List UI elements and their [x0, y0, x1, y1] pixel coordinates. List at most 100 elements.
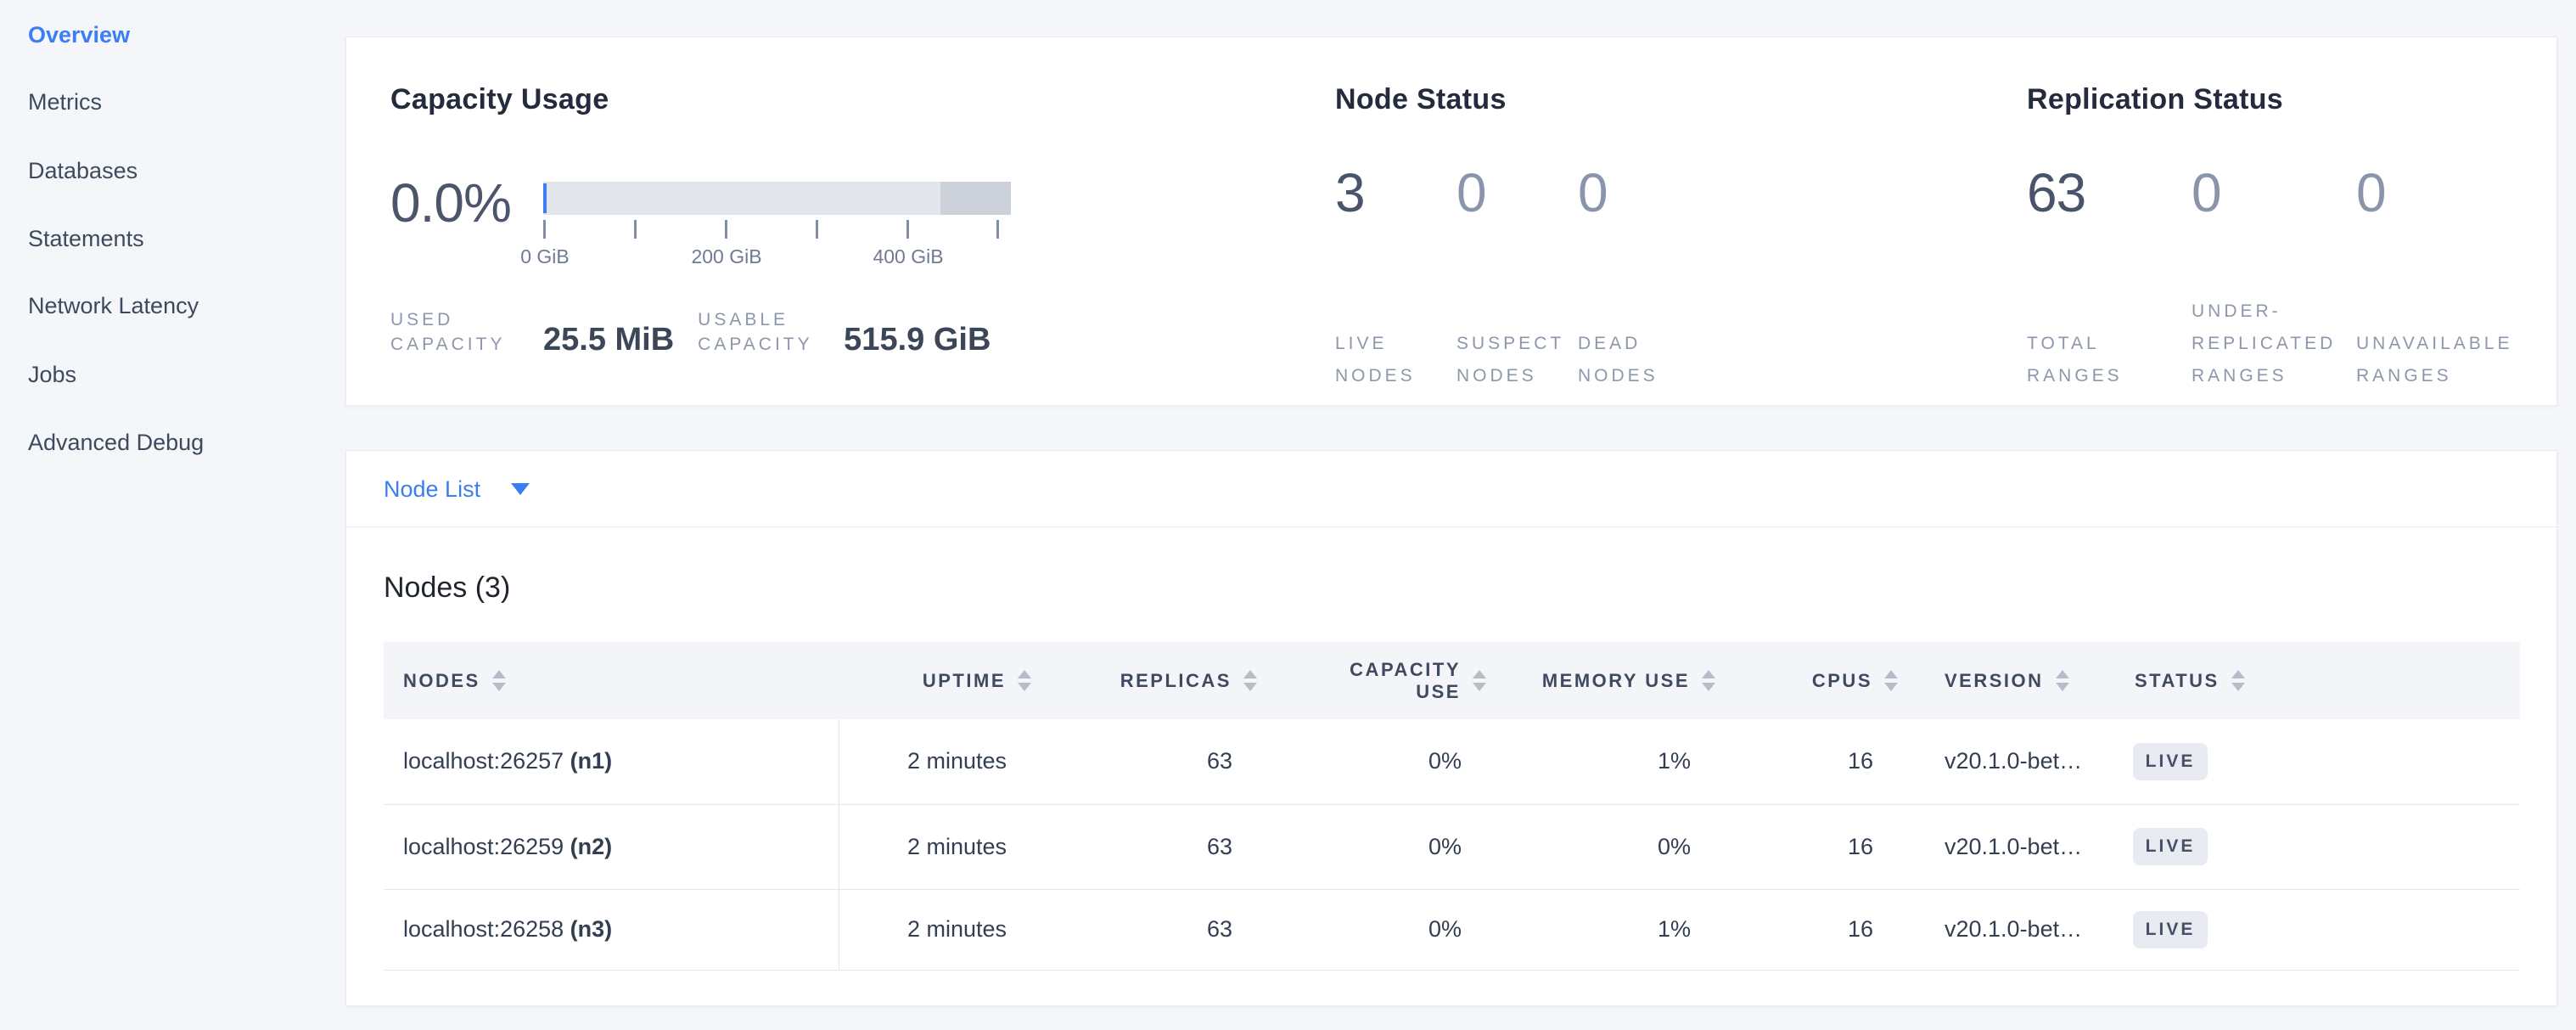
unavailable-ranges-label: UNAVAILABLE RANGES [2356, 328, 2521, 392]
suspect-nodes-value: 0 [1456, 165, 1578, 221]
replication-status-title: Replication Status [2027, 83, 2283, 116]
column-label: CPUS [1812, 670, 1872, 692]
dead-nodes-value: 0 [1578, 165, 1699, 221]
suspect-nodes-label: SUSPECT NODES [1456, 328, 1578, 392]
capacity-gauge-used-indicator [543, 183, 547, 213]
status-cell: LIVE [2123, 804, 2520, 889]
column-header-capacity-use[interactable]: CAPACITY USE [1266, 642, 1495, 719]
column-label: CAPACITY USE [1346, 659, 1461, 703]
table-row-node-1[interactable]: localhost:26257 (n1) 2 minutes 63 0% 1% … [384, 719, 2520, 804]
axis-label-400gib: 400 GiB [873, 245, 943, 268]
cpus-cell: 16 [1724, 889, 1906, 970]
cluster-summary-card: Capacity Usage 0.0% 0 GiB 200 GiB 400 Gi… [345, 37, 2557, 406]
sidebar-item-jobs[interactable]: Jobs [28, 360, 76, 389]
total-ranges-value: 63 [2027, 165, 2192, 221]
replicas-cell: 63 [1040, 889, 1266, 970]
cpus-cell: 16 [1724, 719, 1906, 804]
column-label: UPTIME [923, 670, 1006, 692]
capacity-use-cell: 0% [1266, 719, 1495, 804]
axis-label-200gib: 200 GiB [691, 245, 761, 268]
usable-capacity-label: USABLE CAPACITY [698, 307, 844, 357]
sort-icon[interactable] [1702, 670, 1715, 691]
column-label: STATUS [2135, 670, 2220, 692]
column-header-replicas[interactable]: REPLICAS [1040, 642, 1266, 719]
unavailable-ranges-value: 0 [2356, 165, 2521, 221]
sort-icon[interactable] [2056, 670, 2069, 691]
axis-label-0gib: 0 GiB [520, 245, 570, 268]
sort-icon[interactable] [1018, 670, 1031, 691]
capacity-use-cell: 0% [1266, 804, 1495, 889]
sidebar-item-statements[interactable]: Statements [28, 224, 144, 253]
capacity-usage-title: Capacity Usage [390, 83, 609, 116]
uptime-cell: 2 minutes [839, 719, 1040, 804]
version-cell: v20.1.0-bet… [1906, 889, 2123, 970]
column-header-version[interactable]: VERSION [1906, 642, 2123, 719]
memory-use-cell: 1% [1495, 719, 1724, 804]
status-badge: LIVE [2133, 743, 2208, 780]
version-cell: v20.1.0-bet… [1906, 719, 2123, 804]
memory-use-cell: 1% [1495, 889, 1724, 970]
sidebar-item-overview[interactable]: Overview [28, 20, 130, 49]
capacity-gauge-axis-labels: 0 GiB 200 GiB 400 GiB [543, 245, 1011, 271]
node-status-title: Node Status [1335, 83, 1507, 116]
nodes-table-title: Nodes (3) [384, 571, 510, 605]
node-list-card: Node List Nodes (3) NODES UPTIME REPLICA… [345, 450, 2557, 1006]
live-nodes-value: 3 [1335, 165, 1456, 221]
column-label: VERSION [1945, 670, 2044, 692]
column-header-status[interactable]: STATUS [2123, 642, 2520, 719]
capacity-gauge-ticks [543, 220, 1011, 240]
node-status-stats: 3 LIVE NODES 0 SUSPECT NODES 0 DEAD NODE… [1335, 165, 1699, 392]
column-label: NODES [403, 670, 480, 692]
column-header-memory-use[interactable]: MEMORY USE [1495, 642, 1724, 719]
used-capacity-label: USED CAPACITY [390, 307, 543, 357]
status-badge: LIVE [2133, 828, 2208, 865]
status-cell: LIVE [2123, 719, 2520, 804]
sort-icon[interactable] [492, 670, 506, 691]
table-row-node-3[interactable]: localhost:26258 (n3) 2 minutes 63 0% 1% … [384, 889, 2520, 970]
node-address-cell: localhost:26258 (n3) [384, 889, 839, 970]
unavailable-ranges-stat: 0 UNAVAILABLE RANGES [2356, 165, 2521, 392]
column-header-cpus[interactable]: CPUS [1724, 642, 1906, 719]
replication-stats: 63 TOTAL RANGES 0 UNDER-REPLICATED RANGE… [2027, 165, 2521, 392]
live-nodes-label: LIVE NODES [1335, 328, 1456, 392]
used-capacity-value: 25.5 MiB [543, 323, 674, 357]
sidebar: Overview Metrics Databases Statements Ne… [0, 0, 345, 1030]
node-address-cell: localhost:26257 (n1) [384, 719, 839, 804]
sidebar-item-network-latency[interactable]: Network Latency [28, 291, 199, 320]
sort-icon[interactable] [2231, 670, 2245, 691]
node-address-cell: localhost:26259 (n2) [384, 804, 839, 889]
sidebar-item-metrics[interactable]: Metrics [28, 87, 102, 116]
status-cell: LIVE [2123, 889, 2520, 970]
chevron-down-icon [511, 483, 530, 495]
node-list-dropdown[interactable]: Node List [384, 472, 530, 506]
capacity-gauge-track [543, 182, 1011, 215]
under-replicated-ranges-value: 0 [2192, 165, 2356, 221]
sort-icon[interactable] [1884, 670, 1898, 691]
capacity-stats: USED CAPACITY 25.5 MiB USABLE CAPACITY 5… [390, 307, 1014, 357]
column-label: REPLICAS [1120, 670, 1232, 692]
sort-icon[interactable] [1243, 670, 1257, 691]
under-replicated-ranges-stat: 0 UNDER-REPLICATED RANGES [2192, 165, 2356, 392]
sort-icon[interactable] [1473, 670, 1486, 691]
under-replicated-ranges-label: UNDER-REPLICATED RANGES [2192, 295, 2356, 392]
table-row-node-2[interactable]: localhost:26259 (n2) 2 minutes 63 0% 0% … [384, 804, 2520, 889]
uptime-cell: 2 minutes [839, 804, 1040, 889]
memory-use-cell: 0% [1495, 804, 1724, 889]
column-header-nodes[interactable]: NODES [384, 642, 839, 719]
capacity-used-percent: 0.0% [390, 172, 511, 234]
column-header-uptime[interactable]: UPTIME [839, 642, 1040, 719]
replicas-cell: 63 [1040, 804, 1266, 889]
sidebar-item-databases[interactable]: Databases [28, 156, 137, 185]
suspect-nodes-stat: 0 SUSPECT NODES [1456, 165, 1578, 392]
view-selector-row: Node List [346, 451, 2556, 527]
version-cell: v20.1.0-bet… [1906, 804, 2123, 889]
nodes-table: NODES UPTIME REPLICAS CAPACITY USE MEMOR… [384, 642, 2520, 971]
live-nodes-stat: 3 LIVE NODES [1335, 165, 1456, 392]
total-ranges-stat: 63 TOTAL RANGES [2027, 165, 2192, 392]
replicas-cell: 63 [1040, 719, 1266, 804]
sidebar-item-advanced-debug[interactable]: Advanced Debug [28, 428, 204, 457]
uptime-cell: 2 minutes [839, 889, 1040, 970]
dead-nodes-stat: 0 DEAD NODES [1578, 165, 1699, 392]
status-badge: LIVE [2133, 911, 2208, 948]
capacity-use-cell: 0% [1266, 889, 1495, 970]
